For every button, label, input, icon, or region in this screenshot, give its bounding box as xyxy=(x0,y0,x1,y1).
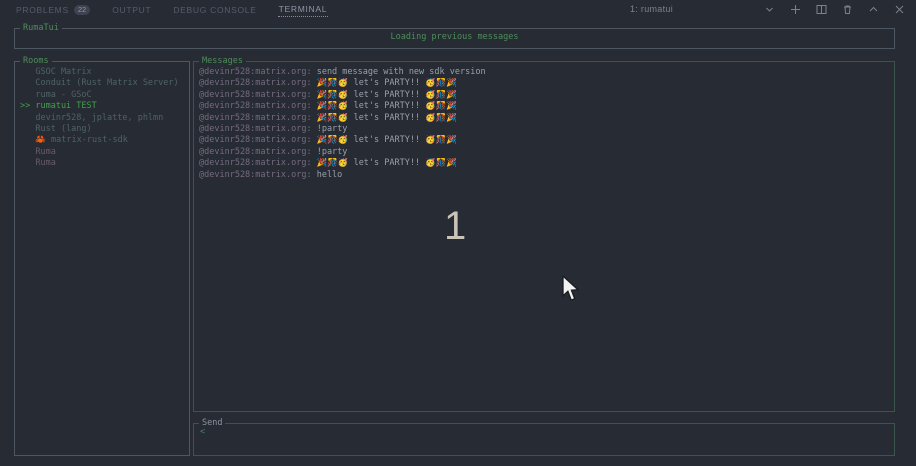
message-sender: @devinr528:matrix.org: xyxy=(199,158,317,168)
new-terminal-plus-icon[interactable] xyxy=(789,3,802,16)
message-sender: @devinr528:matrix.org: xyxy=(199,78,317,88)
panel-tab-terminal[interactable]: TERMINAL xyxy=(278,1,329,17)
vscode-terminal-panel: { "panel": { "tabs": [ {"label": "PROBLE… xyxy=(0,0,916,466)
message-text: !party xyxy=(317,124,348,134)
room-item[interactable]: devinr528, jplatte, phlmn xyxy=(20,113,186,124)
message-sender: @devinr528:matrix.org: xyxy=(199,170,317,180)
rooms-title: Rooms xyxy=(20,56,52,67)
messages-title: Messages xyxy=(199,56,246,67)
message-row: @devinr528:matrix.org: 🎉🎊🥳 let's PARTY!!… xyxy=(199,113,891,124)
maximize-panel-chevron-up-icon[interactable] xyxy=(867,3,880,16)
panel-tab-debug-console[interactable]: DEBUG CONSOLE xyxy=(172,1,257,17)
close-panel-x-icon[interactable] xyxy=(893,3,906,16)
panel-tab-label: PROBLEMS xyxy=(16,5,69,15)
message-row: @devinr528:matrix.org: send message with… xyxy=(199,67,891,78)
panel-tab-problems[interactable]: PROBLEMS 22 xyxy=(15,1,91,17)
panel-tab-output[interactable]: OUTPUT xyxy=(111,1,152,17)
room-item-selected[interactable]: >> rumatui TEST xyxy=(20,101,186,112)
send-input-box[interactable]: Send < xyxy=(193,423,895,456)
message-row: @devinr528:matrix.org: 🎉🎊🥳 let's PARTY!!… xyxy=(199,135,891,146)
message-text: 🎉🎊🥳 let's PARTY!! 🥳🎊🎉 xyxy=(317,158,457,168)
message-row: @devinr528:matrix.org: 🎉🎊🥳 let's PARTY!!… xyxy=(199,158,891,169)
message-row: @devinr528:matrix.org: 🎉🎊🥳 let's PARTY!!… xyxy=(199,90,891,101)
message-row: @devinr528:matrix.org: 🎉🎊🥳 let's PARTY!!… xyxy=(199,101,891,112)
rooms-panel: Rooms GSOC Matrix Conduit (Rust Matrix S… xyxy=(14,61,190,456)
terminal-selector-value: 1: rumatui xyxy=(630,4,673,14)
panel-tabs: PROBLEMS 22 OUTPUT DEBUG CONSOLE TERMINAL xyxy=(15,1,348,17)
room-item[interactable]: Conduit (Rust Matrix Server) xyxy=(20,78,186,89)
messages-list: @devinr528:matrix.org: send message with… xyxy=(199,67,891,181)
split-terminal-icon[interactable] xyxy=(815,3,828,16)
message-text: 🎉🎊🥳 let's PARTY!! 🥳🎊🎉 xyxy=(317,78,457,88)
message-text: 🎉🎊🥳 let's PARTY!! 🥳🎊🎉 xyxy=(317,135,457,145)
message-row: @devinr528:matrix.org: 🎉🎊🥳 let's PARTY!!… xyxy=(199,78,891,89)
panel-tab-bar: PROBLEMS 22 OUTPUT DEBUG CONSOLE TERMINAL 1:… xyxy=(0,0,916,18)
message-text: !party xyxy=(317,147,348,157)
messages-panel: Messages @devinr528:matrix.org: send mes… xyxy=(193,61,895,412)
panel-tab-label: DEBUG CONSOLE xyxy=(173,5,256,15)
message-text: 🎉🎊🥳 let's PARTY!! 🥳🎊🎉 xyxy=(317,90,457,100)
problems-count-badge: 22 xyxy=(74,5,90,15)
rumatui-header-box: RumaTui Loading previous messages xyxy=(14,28,895,49)
message-sender: @devinr528:matrix.org: xyxy=(199,101,317,111)
message-text: hello xyxy=(317,170,343,180)
rooms-list: GSOC Matrix Conduit (Rust Matrix Server)… xyxy=(20,67,186,170)
panel-tab-label: OUTPUT xyxy=(112,5,151,15)
room-item[interactable]: ruma - GSoC xyxy=(20,90,186,101)
message-sender: @devinr528:matrix.org: xyxy=(199,135,317,145)
mouse-cursor-icon xyxy=(561,276,580,306)
message-row: @devinr528:matrix.org: hello xyxy=(199,170,891,181)
send-prompt-cursor: < xyxy=(200,427,205,437)
loading-status-text: Loading previous messages xyxy=(15,32,894,42)
keypress-overlay: 1 xyxy=(444,206,466,246)
message-sender: @devinr528:matrix.org: xyxy=(199,147,317,157)
room-item[interactable]: 🦀 matrix-rust-sdk xyxy=(20,135,186,146)
terminal-selector-dropdown[interactable]: 1: rumatui xyxy=(630,3,776,16)
message-row: @devinr528:matrix.org: !party xyxy=(199,147,891,158)
message-text: send message with new sdk version xyxy=(317,67,486,77)
chevron-down-icon xyxy=(763,3,776,16)
message-sender: @devinr528:matrix.org: xyxy=(199,67,317,77)
panel-actions: 1: rumatui xyxy=(630,0,906,18)
room-item[interactable]: Ruma xyxy=(20,147,186,158)
message-row: @devinr528:matrix.org: !party xyxy=(199,124,891,135)
room-item[interactable]: GSOC Matrix xyxy=(20,67,186,78)
message-sender: @devinr528:matrix.org: xyxy=(199,113,317,123)
message-sender: @devinr528:matrix.org: xyxy=(199,90,317,100)
panel-tab-label: TERMINAL xyxy=(279,4,328,14)
room-item[interactable]: Ruma xyxy=(20,158,186,169)
message-text: 🎉🎊🥳 let's PARTY!! 🥳🎊🎉 xyxy=(317,101,457,111)
message-sender: @devinr528:matrix.org: xyxy=(199,124,317,134)
kill-terminal-trash-icon[interactable] xyxy=(841,3,854,16)
message-text: 🎉🎊🥳 let's PARTY!! 🥳🎊🎉 xyxy=(317,113,457,123)
room-item[interactable]: Rust (lang) xyxy=(20,124,186,135)
